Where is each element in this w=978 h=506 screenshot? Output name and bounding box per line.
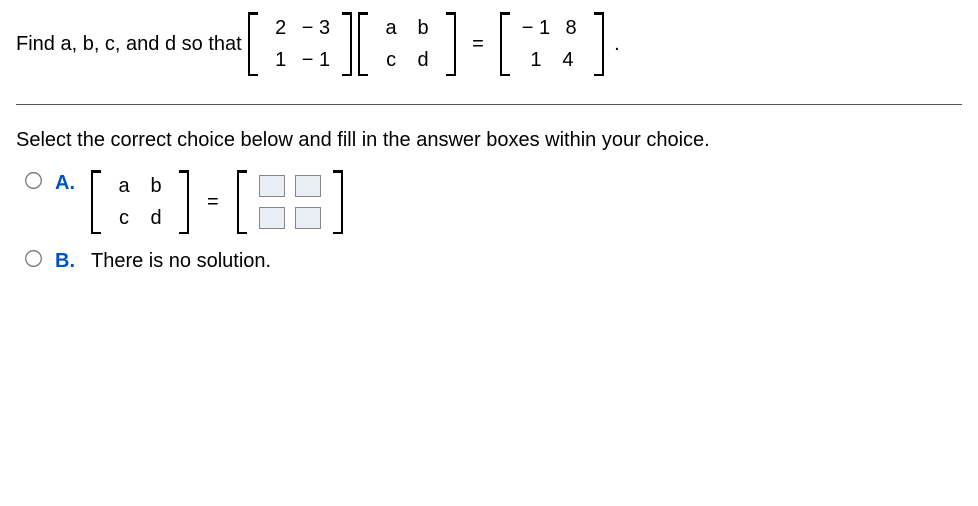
m3-r2c2: 4 xyxy=(557,49,579,72)
choice-b-text: There is no solution. xyxy=(91,250,271,273)
m1-r2c1: 1 xyxy=(270,49,292,72)
radio-choice-b[interactable] xyxy=(25,250,42,267)
choice-a: A. a b c d = xyxy=(22,170,962,234)
m2-r1c2: b xyxy=(412,17,434,40)
answer-a-input[interactable] xyxy=(259,175,285,197)
m2-r2c2: d xyxy=(412,49,434,72)
m3-r2c1: 1 xyxy=(525,49,547,72)
matrix-1: 2 − 3 1 − 1 xyxy=(248,12,352,76)
choice-a-answer-matrix xyxy=(237,170,343,234)
question-equation: Find a, b, c, and d so that 2 − 3 1 − 1 … xyxy=(16,12,962,76)
divider xyxy=(16,104,962,105)
m2-r1c1: a xyxy=(380,17,402,40)
lhs-r1c2: b xyxy=(145,175,167,198)
answer-b-input[interactable] xyxy=(295,175,321,197)
matrix-3: − 1 8 1 4 xyxy=(500,12,604,76)
question-prompt: Find a, b, c, and d so that xyxy=(16,33,242,56)
m1-r1c1: 2 xyxy=(270,17,292,40)
choice-a-label: A. xyxy=(55,172,79,195)
instruction-text: Select the correct choice below and fill… xyxy=(16,129,962,152)
m2-r2c1: c xyxy=(380,49,402,72)
matrix-2: a b c d xyxy=(358,12,456,76)
m1-r1c2: − 3 xyxy=(302,17,330,40)
lhs-r1c1: a xyxy=(113,175,135,198)
choice-a-equals: = xyxy=(207,191,219,214)
choice-a-lhs-matrix: a b c d xyxy=(91,170,189,234)
answer-c-input[interactable] xyxy=(259,207,285,229)
lhs-r2c1: c xyxy=(113,207,135,230)
radio-choice-a[interactable] xyxy=(25,172,42,189)
m1-r2c2: − 1 xyxy=(302,49,330,72)
choice-b: B. There is no solution. xyxy=(22,248,962,273)
lhs-r2c2: d xyxy=(145,207,167,230)
period: . xyxy=(614,33,620,56)
choice-b-label: B. xyxy=(55,250,79,273)
answer-d-input[interactable] xyxy=(295,207,321,229)
m3-r1c1: − 1 xyxy=(522,17,550,40)
m3-r1c2: 8 xyxy=(560,17,582,40)
equals-sign: = xyxy=(472,33,484,56)
